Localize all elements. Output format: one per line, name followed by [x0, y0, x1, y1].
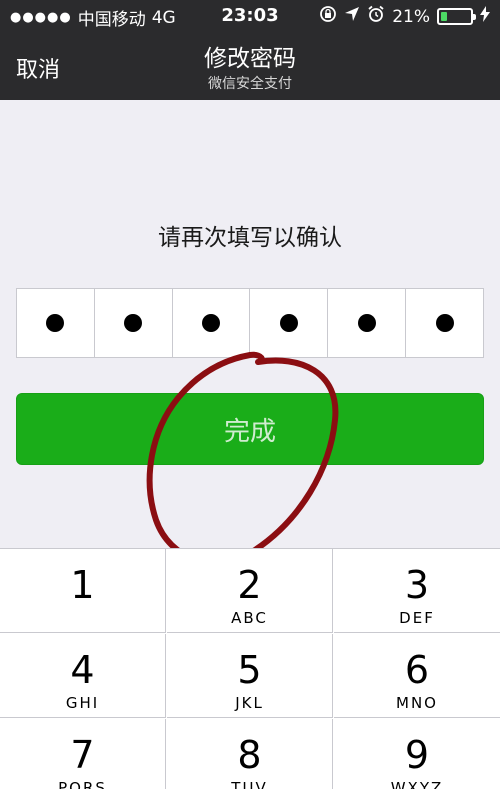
key-number: 9 [404, 733, 430, 777]
pin-cell [173, 289, 251, 357]
key-number: 5 [237, 648, 262, 692]
pin-cell [17, 289, 95, 357]
location-icon [344, 6, 360, 27]
key-number: 8 [237, 733, 262, 777]
pin-input[interactable] [16, 288, 484, 358]
status-bar: ●●●●● 中国移动 4G 23:03 21% [0, 0, 500, 32]
page-subtitle: 微信安全支付 [208, 76, 292, 92]
keypad-key-3[interactable]: 3 DEF [334, 549, 500, 633]
pin-dot [435, 314, 454, 332]
pin-cell [95, 289, 173, 357]
key-letters: DEF [399, 609, 435, 627]
key-letters: TUV [231, 779, 268, 789]
pin-cell [250, 289, 329, 357]
pin-cell [406, 289, 483, 357]
key-number: 4 [70, 648, 95, 692]
keypad-key-6[interactable]: 6 MNO [334, 634, 500, 718]
pin-dot [124, 314, 143, 332]
keypad-key-4[interactable]: 4 GHI [0, 634, 166, 718]
pin-dot [46, 314, 65, 332]
key-letters: MNO [396, 694, 438, 712]
battery-level [441, 12, 447, 21]
key-number: 7 [70, 733, 95, 777]
keypad-key-9[interactable]: 9 WXYZ [334, 719, 500, 789]
charging-icon [480, 6, 490, 27]
numeric-keypad: 1 2 ABC 3 DEF 4 GHI 5 JKL 6 MNO 7 PQRS 8 TUV 9 WXYZ [0, 548, 500, 789]
page-title: 修改密码 [204, 46, 296, 72]
status-right: 21% [319, 5, 490, 28]
key-number: 6 [404, 648, 430, 692]
pin-dot [357, 314, 376, 332]
confirm-prompt: 请再次填写以确认 [158, 225, 342, 251]
key-letters: JKL [235, 694, 264, 712]
pin-cell [328, 289, 407, 357]
key-letters: PQRS [58, 779, 107, 789]
nav-bar: 取消 修改密码 微信安全支付 [0, 32, 500, 100]
keypad-key-7[interactable]: 7 PQRS [0, 719, 166, 789]
battery-icon [437, 8, 476, 25]
keypad-key-8[interactable]: 8 TUV [167, 719, 333, 789]
key-number: 2 [237, 563, 262, 607]
keypad-key-5[interactable]: 5 JKL [167, 634, 333, 718]
key-letters: ABC [231, 609, 268, 627]
battery-percent: 21% [392, 6, 430, 27]
keypad-key-1[interactable]: 1 [0, 549, 166, 633]
pin-dot [279, 314, 298, 332]
done-button[interactable]: 完成 [16, 393, 484, 465]
key-number: 1 [70, 563, 95, 607]
key-letters: WXYZ [390, 779, 444, 789]
keypad-key-2[interactable]: 2 ABC [167, 549, 333, 633]
alarm-icon [367, 5, 385, 28]
pin-dot [202, 314, 221, 332]
key-letters: GHI [65, 694, 100, 712]
key-number: 3 [404, 563, 430, 607]
orientation-lock-icon [319, 5, 337, 28]
